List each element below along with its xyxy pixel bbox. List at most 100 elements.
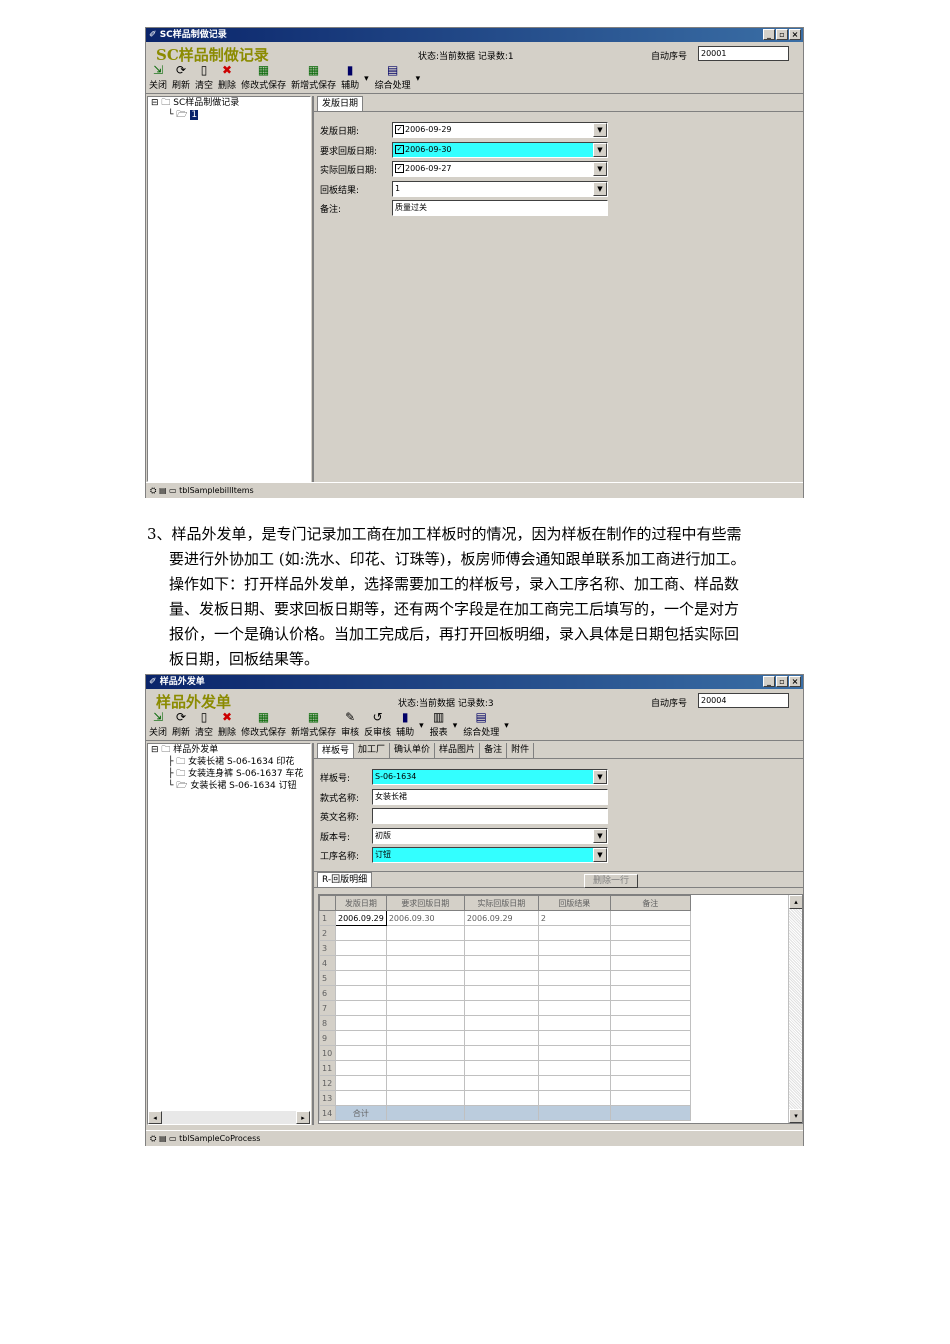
- grid-cell[interactable]: [463, 1075, 539, 1091]
- grid-cell[interactable]: [609, 1000, 691, 1016]
- grid-cell[interactable]: [335, 1075, 387, 1091]
- tab-4[interactable]: 备注: [480, 743, 508, 758]
- checkbox-icon[interactable]: ✓: [395, 164, 404, 173]
- delete-row-button[interactable]: 删除一行: [584, 874, 638, 888]
- toolbar-button-7[interactable]: ▤ 综合处理: [375, 63, 411, 93]
- table-row[interactable]: 13: [319, 1090, 691, 1106]
- grid-cell[interactable]: [463, 1105, 539, 1121]
- toolbar-button-6[interactable]: ✎ 审核: [341, 710, 359, 740]
- table-row[interactable]: 7: [319, 1000, 691, 1016]
- grid-cell[interactable]: [385, 1000, 465, 1016]
- toolbar-button-2[interactable]: ▯ 清空: [195, 710, 213, 740]
- grid-cell[interactable]: 合计: [335, 1105, 387, 1121]
- checkbox-icon[interactable]: ✓: [395, 125, 404, 134]
- dropdown-arrow-icon[interactable]: ▼: [593, 828, 607, 843]
- grid-cell[interactable]: [335, 1090, 387, 1106]
- grid-cell[interactable]: [537, 970, 611, 986]
- grid-cell[interactable]: [335, 1030, 387, 1046]
- dropdown-arrow-icon[interactable]: ▼: [593, 770, 607, 784]
- toolbar-button-3[interactable]: ✖ 删除: [218, 63, 236, 93]
- table-row[interactable]: 9: [319, 1030, 691, 1046]
- grid-cell[interactable]: [463, 970, 539, 986]
- table-row[interactable]: 14 合计: [319, 1105, 691, 1121]
- grid-cell[interactable]: [335, 970, 387, 986]
- tree-item[interactable]: ├ 🗀 女装连身裤 S-06-1637 车花: [148, 768, 310, 780]
- grid-cell[interactable]: 2: [537, 910, 611, 926]
- dropdown-arrow-icon[interactable]: ▼: [593, 123, 607, 137]
- record-tree[interactable]: ⊟ 🗀 SC样品制做记录 └ 🗁 1: [147, 96, 311, 482]
- grid-cell[interactable]: [537, 985, 611, 1001]
- table-row[interactable]: 12: [319, 1075, 691, 1091]
- toolbar-button-6[interactable]: ▮ 辅助: [341, 63, 359, 93]
- table-row[interactable]: 1 2006.09.29 2006.09.30 2006.09.29 2: [319, 910, 691, 926]
- dropdown-arrow-icon[interactable]: ▾: [364, 74, 369, 84]
- grid-cell[interactable]: [335, 940, 387, 956]
- grid-cell[interactable]: [537, 1060, 611, 1076]
- grid-cell[interactable]: [609, 910, 691, 926]
- grid-cell[interactable]: [537, 1045, 611, 1061]
- toolbar-button-4[interactable]: ▦ 修改式保存: [241, 63, 286, 93]
- grid-cell[interactable]: [463, 925, 539, 941]
- close-button[interactable]: ×: [789, 676, 801, 687]
- tab-3[interactable]: 样品图片: [435, 743, 481, 758]
- restore-button[interactable]: ▫: [776, 29, 788, 40]
- grid-cell[interactable]: [609, 1030, 691, 1046]
- outsource-tree[interactable]: ⊟ 🗀 样品外发单 ├ 🗀 女装长裙 S-06-1634 印花 ├ 🗀 女装连身裤…: [147, 743, 311, 1125]
- field-input[interactable]: ✓ 2006-09-29 ▼: [392, 122, 608, 138]
- grid-cell[interactable]: [335, 1015, 387, 1031]
- grid-cell[interactable]: [385, 1045, 465, 1061]
- field-input[interactable]: ✓ 2006-09-30 ▼: [392, 141, 608, 158]
- scroll-down-icon[interactable]: ▾: [789, 1109, 802, 1123]
- grid-header[interactable]: 要求回版日期: [385, 895, 465, 911]
- grid-cell[interactable]: [335, 955, 387, 971]
- field-input[interactable]: 初版 ▼: [372, 827, 608, 844]
- grid-cell[interactable]: [385, 1030, 465, 1046]
- tree-item[interactable]: └ 🗁 女装长裙 S-06-1634 订钮: [148, 780, 310, 792]
- grid-cell[interactable]: [463, 1090, 539, 1106]
- tree-item[interactable]: └ 🗁 1: [148, 109, 310, 121]
- restore-button[interactable]: ▫: [776, 676, 788, 687]
- dropdown-arrow-icon[interactable]: ▼: [593, 848, 607, 862]
- grid-cell[interactable]: [385, 955, 465, 971]
- grid-cell[interactable]: [335, 1060, 387, 1076]
- grid-cell[interactable]: [537, 1000, 611, 1016]
- table-row[interactable]: 2: [319, 925, 691, 941]
- grid-cell[interactable]: [463, 1060, 539, 1076]
- return-detail-grid[interactable]: 发版日期 要求回版日期 实际回版日期 回版结果 备注 1 2006.09.29 2006.09…: [319, 895, 691, 1121]
- table-row[interactable]: 8: [319, 1015, 691, 1031]
- grid-cell[interactable]: [537, 1015, 611, 1031]
- grid-vscrollbar[interactable]: ▴ ▾: [788, 895, 802, 1123]
- grid-cell[interactable]: [537, 1105, 611, 1121]
- window-titlebar[interactable]: ✐ SC样品制做记录 _ ▫ ×: [146, 28, 803, 42]
- grid-cell[interactable]: [463, 955, 539, 971]
- toolbar-button-5[interactable]: ▦ 新增式保存: [291, 63, 336, 93]
- grid-cell[interactable]: 2006.09.29: [463, 910, 539, 926]
- table-row[interactable]: 11: [319, 1060, 691, 1076]
- window-titlebar[interactable]: ✐ 样品外发单 _ ▫ ×: [146, 675, 803, 689]
- table-row[interactable]: 4: [319, 955, 691, 971]
- toolbar-button-4[interactable]: ▦ 修改式保存: [241, 710, 286, 740]
- table-row[interactable]: 3: [319, 940, 691, 956]
- dropdown-arrow-icon[interactable]: ▾: [453, 721, 458, 731]
- grid-cell[interactable]: [609, 1045, 691, 1061]
- toolbar-button-8[interactable]: ▮ 辅助: [396, 710, 414, 740]
- tree-root[interactable]: ⊟ 🗀 SC样品制做记录: [148, 97, 310, 109]
- dropdown-arrow-icon[interactable]: ▾: [419, 721, 424, 731]
- tree-hscrollbar[interactable]: ◂ ▸: [148, 1111, 310, 1124]
- grid-cell[interactable]: [609, 1015, 691, 1031]
- grid-cell[interactable]: [609, 955, 691, 971]
- tab-2[interactable]: 确认单价: [390, 743, 436, 758]
- grid-cell[interactable]: [463, 1045, 539, 1061]
- tab-0[interactable]: 样板号: [317, 743, 355, 758]
- minimize-button[interactable]: _: [763, 676, 775, 687]
- grid-cell[interactable]: [385, 1090, 465, 1106]
- field-input[interactable]: 女装长裙: [372, 788, 608, 805]
- grid-cell[interactable]: [385, 1075, 465, 1091]
- toolbar-button-10[interactable]: ▤ 综合处理: [463, 710, 499, 740]
- grid-cell[interactable]: [335, 925, 387, 941]
- grid-cell[interactable]: [609, 970, 691, 986]
- grid-cell[interactable]: [609, 1075, 691, 1091]
- seq-input[interactable]: 20004: [698, 693, 789, 708]
- grid-cell[interactable]: [463, 940, 539, 956]
- tab-issue-date[interactable]: 发版日期: [317, 96, 364, 111]
